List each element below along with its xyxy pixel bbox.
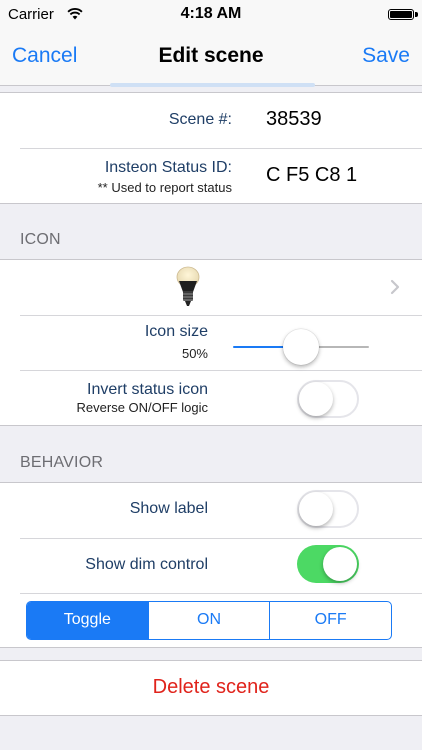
show-label-toggle[interactable] [297,490,359,528]
divider [20,538,422,539]
icon-picker-row[interactable] [0,260,422,314]
icon-size-slider[interactable] [233,329,369,365]
status-id-sublabel: ** Used to report status [97,180,232,195]
scene-number-value: 38539 [266,108,322,130]
chevron-right-icon [390,279,400,295]
divider [20,593,422,594]
invert-status-label: Invert status icon [87,381,208,398]
divider [20,370,422,371]
invert-status-sublabel: Reverse ON/OFF logic [76,400,208,415]
mode-segmented-control[interactable]: Toggle ON OFF [26,601,392,640]
show-label-label: Show label [129,500,208,517]
status-time: 4:18 AM [180,5,242,22]
status-id-label: Insteon Status ID: [104,159,232,176]
page-title: Edit scene [158,44,264,67]
nav-underline [110,83,315,87]
icon-size-value: 50% [181,346,208,361]
delete-scene-button[interactable]: Delete scene [0,676,422,699]
segment-toggle[interactable]: Toggle [27,602,148,639]
segment-off[interactable]: OFF [269,602,391,639]
divider [20,315,422,316]
scene-number-label: Scene #: [168,111,232,128]
toggle-knob [299,382,333,416]
behavior-section-header: BEHAVIOR [20,454,104,471]
save-button[interactable]: Save [362,44,410,68]
toggle-knob [323,547,357,581]
light-bulb-icon [176,266,200,306]
status-id-value: C F5 C8 1 [266,164,358,186]
invert-status-toggle[interactable] [297,380,359,418]
slider-thumb[interactable] [283,329,319,365]
toggle-knob [299,492,333,526]
show-dim-control-label: Show dim control [85,556,208,573]
battery-tip [415,12,418,17]
icon-size-label: Icon size [144,323,208,340]
segment-on[interactable]: ON [147,602,270,639]
show-dim-control-toggle[interactable] [297,545,359,583]
icon-section-header: ICON [20,231,61,248]
battery-icon [388,9,414,20]
divider [20,148,422,149]
